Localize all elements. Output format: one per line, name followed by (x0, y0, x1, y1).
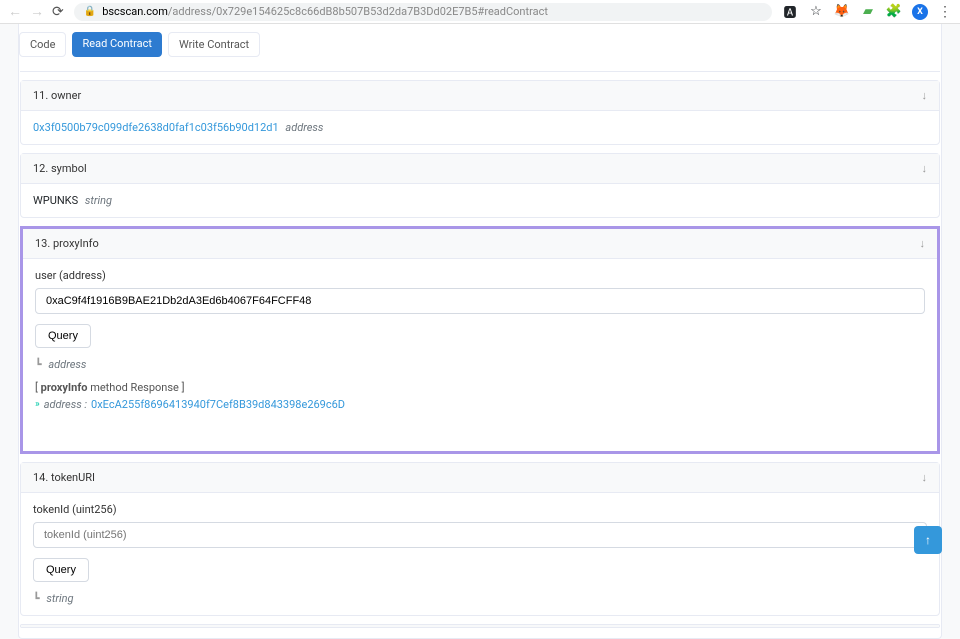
url-path: /address/0x729e154625c8c66dB8b507B53d2da… (168, 5, 548, 18)
proxyinfo-response-link[interactable]: 0xEcA255f8696413940f7Cef8B39d843398e269c… (91, 398, 345, 411)
owner-type: address (285, 121, 323, 134)
section-owner-header[interactable]: 11. owner ↓ (21, 81, 939, 111)
proxyinfo-response-title: [ proxyInfo method Response ] (35, 381, 925, 394)
section-tokenuri-title: 14. tokenURI (33, 471, 95, 484)
tokenuri-tokenid-input[interactable] (33, 522, 927, 548)
section-proxyinfo-header[interactable]: 13. proxyInfo ↓ (23, 229, 937, 259)
chevron-down-icon: ↓ (920, 237, 926, 250)
scroll-top-button[interactable]: ↑ (914, 526, 942, 554)
tokenuri-return-type: string (46, 592, 73, 605)
proxyinfo-user-input[interactable] (35, 288, 925, 314)
lock-icon: 🔒 (84, 6, 96, 17)
reload-icon[interactable]: ⟳ (52, 4, 64, 20)
translate-icon[interactable]: 🅰 (782, 4, 798, 20)
chevron-down-icon: ↓ (922, 89, 928, 102)
tab-code[interactable]: Code (19, 32, 66, 57)
url-domain: bscscan.com (102, 5, 168, 18)
menu-dots-icon[interactable]: ⋮ (938, 4, 952, 20)
tab-read-contract[interactable]: Read Contract (72, 32, 162, 57)
return-arrow-icon: ┗ (35, 358, 42, 371)
chevron-down-icon: ↓ (922, 162, 928, 175)
chevron-down-icon: ↓ (922, 471, 928, 484)
extensions-icon[interactable]: 🧩 (886, 4, 902, 20)
section-proxyinfo-title: 13. proxyInfo (35, 237, 99, 250)
extension-green-icon[interactable]: ▰ (860, 4, 876, 20)
section-symbol-header[interactable]: 12. symbol ↓ (21, 154, 939, 184)
tokenuri-query-button[interactable]: Query (33, 558, 89, 582)
proxyinfo-param-label: user (address) (35, 269, 925, 282)
section-symbol-title: 12. symbol (33, 162, 87, 175)
section-proxyinfo: 13. proxyInfo ↓ user (address) Query ┗ a… (20, 226, 940, 454)
double-arrow-icon: » (35, 399, 40, 410)
section-tokenuri-header[interactable]: 14. tokenURI ↓ (21, 463, 939, 493)
tokenuri-param-label: tokenId (uint256) (33, 503, 927, 516)
section-owner-title: 11. owner (33, 89, 81, 102)
proxyinfo-query-button[interactable]: Query (35, 324, 91, 348)
proxyinfo-response-label: address : (44, 398, 87, 411)
bookmark-icon[interactable]: ☆ (808, 4, 824, 20)
profile-avatar[interactable]: X (912, 4, 928, 20)
metamask-icon[interactable]: 🦊 (834, 4, 850, 20)
section-next-header[interactable] (21, 625, 939, 627)
symbol-type: string (85, 194, 112, 207)
back-arrow[interactable]: ← (8, 3, 22, 20)
proxyinfo-return-type: address (48, 358, 86, 371)
owner-address-link[interactable]: 0x3f0500b79c099dfe2638d0faf1c03f56b90d12… (33, 121, 279, 134)
return-arrow-icon: ┗ (33, 592, 40, 605)
arrow-up-icon: ↑ (925, 533, 931, 547)
forward-arrow[interactable]: → (30, 3, 44, 20)
url-bar[interactable]: 🔒 bscscan.com/address/0x729e154625c8c66d… (74, 3, 772, 21)
symbol-value: WPUNKS (33, 194, 78, 207)
tab-write-contract[interactable]: Write Contract (168, 32, 260, 57)
